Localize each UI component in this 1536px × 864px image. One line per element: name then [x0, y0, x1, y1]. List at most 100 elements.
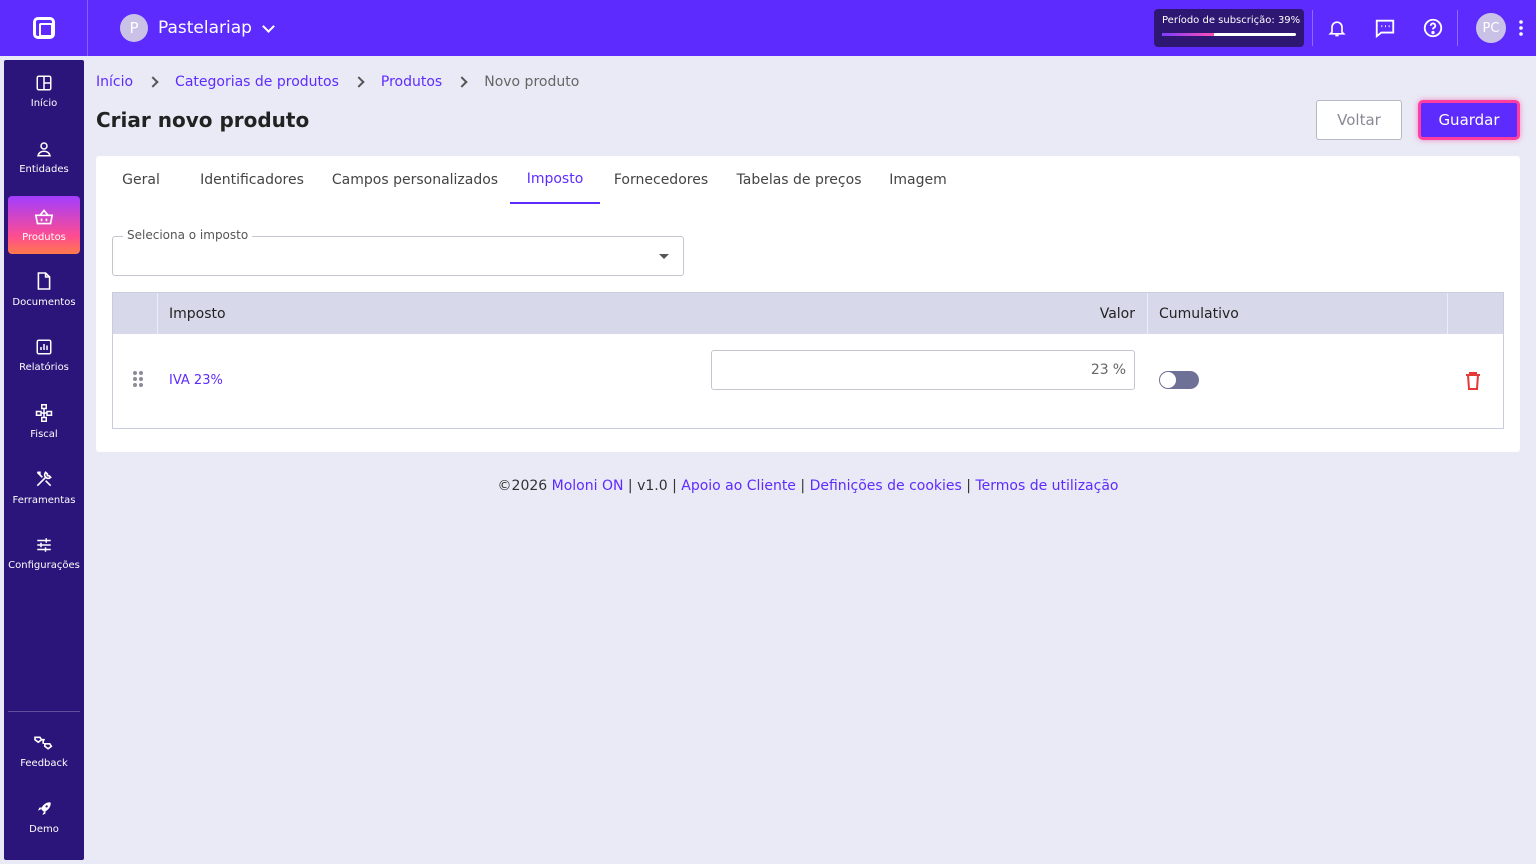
tab-fornecedores[interactable]: Fornecedores [606, 156, 716, 204]
delete-button[interactable] [1465, 371, 1481, 395]
sidebar-item-entidades[interactable]: Entidades [8, 128, 80, 186]
chevron-right-icon [456, 76, 468, 88]
company-name: Pastelariap [158, 18, 252, 38]
sidebar-item-label: Configurações [8, 559, 80, 571]
footer-separator: | [966, 478, 972, 494]
back-button[interactable]: Voltar [1316, 100, 1402, 140]
divider [1457, 10, 1458, 46]
user-icon [37, 141, 51, 156]
tax-select-label: Seleciona o imposto [123, 228, 253, 242]
column-header-imposto: Imposto [169, 305, 226, 322]
company-selector[interactable]: P Pastelariap [120, 14, 275, 42]
column-divider [1147, 293, 1148, 334]
top-bar: P Pastelariap Período de subscrição: 39%… [0, 0, 1536, 56]
hierarchy-icon [35, 403, 53, 422]
user-avatar[interactable]: PC [1476, 13, 1506, 43]
sidebar: Início Entidades Produtos Documentos Rel… [4, 60, 84, 860]
sidebar-item-inicio[interactable]: Início [8, 62, 80, 120]
sidebar-divider [8, 711, 80, 712]
footer-separator: | [627, 478, 633, 494]
drag-handle-icon[interactable] [133, 371, 143, 387]
tax-value: 23 [1090, 362, 1109, 378]
sidebar-item-feedback[interactable]: Feedback [8, 722, 80, 780]
sidebar-item-label: Feedback [20, 757, 68, 769]
grid-icon [36, 75, 52, 90]
tab-tabelas-de-precos[interactable]: Tabelas de preços [730, 156, 868, 204]
tax-table: Imposto Valor Cumulativo IVA 23% 23 % [112, 292, 1504, 429]
breadcrumb-categorias[interactable]: Categorias de produtos [175, 74, 339, 90]
chart-icon [36, 339, 52, 354]
footer-link-apoio[interactable]: Apoio ao Cliente [681, 478, 796, 494]
subscription-progress-fill [1162, 33, 1215, 36]
sidebar-item-configuracoes[interactable]: Configurações [8, 524, 80, 582]
sliders-icon [37, 537, 51, 552]
sidebar-item-label: Entidades [19, 163, 69, 175]
breadcrumb-inicio[interactable]: Início [96, 74, 133, 90]
footer-link-cookies[interactable]: Definições de cookies [810, 478, 962, 494]
sidebar-item-label: Relatórios [19, 361, 69, 373]
document-icon [37, 271, 51, 290]
messages-button[interactable] [1361, 0, 1409, 56]
sidebar-item-label: Documentos [12, 296, 76, 308]
footer-version: v1.0 [637, 478, 668, 494]
sidebar-item-demo[interactable]: Demo [8, 788, 80, 846]
tab-identificadores[interactable]: Identificadores [192, 156, 312, 204]
sidebar-item-fiscal[interactable]: Fiscal [8, 392, 80, 450]
breadcrumb: Início Categorias de produtos Produtos N… [96, 74, 579, 90]
more-options-button[interactable] [1506, 0, 1536, 56]
help-button[interactable] [1409, 0, 1457, 56]
moloni-logo[interactable] [0, 0, 88, 56]
sidebar-item-label: Demo [29, 823, 59, 835]
column-divider [157, 293, 158, 334]
company-avatar: P [120, 14, 148, 42]
subscription-progress-bar [1162, 33, 1296, 36]
tax-value-unit: % [1112, 362, 1126, 378]
sidebar-item-label: Fiscal [30, 428, 58, 440]
footer-copyright: ©2026 [497, 478, 548, 494]
tax-select[interactable]: Seleciona o imposto [112, 228, 684, 276]
chevron-right-icon [147, 76, 159, 88]
page-title: Criar novo produto [96, 108, 310, 132]
table-header: Imposto Valor Cumulativo [113, 293, 1503, 334]
footer-link-termos[interactable]: Termos de utilização [975, 478, 1118, 494]
tax-value-input[interactable]: 23 % [711, 350, 1135, 390]
notifications-button[interactable] [1313, 0, 1361, 56]
kebab-icon [1519, 20, 1523, 36]
logo-icon [32, 17, 55, 39]
product-form-card: Geral Identificadores Campos personaliza… [96, 156, 1520, 452]
rocket-icon [38, 801, 51, 815]
feedback-icon [34, 735, 53, 750]
chat-icon [1375, 19, 1395, 39]
column-header-valor: Valor [1099, 305, 1135, 322]
chevron-right-icon [353, 76, 365, 88]
sidebar-item-label: Início [30, 97, 58, 109]
trash-icon [1466, 372, 1480, 390]
footer-separator: | [672, 478, 677, 494]
subscription-period[interactable]: Período de subscrição: 39% [1154, 9, 1304, 47]
chevron-down-icon [262, 19, 275, 33]
breadcrumb-current: Novo produto [484, 74, 580, 90]
footer-brand-link[interactable]: Moloni ON [552, 478, 624, 494]
basket-icon [34, 208, 54, 224]
sidebar-item-relatorios[interactable]: Relatórios [8, 326, 80, 384]
breadcrumb-produtos[interactable]: Produtos [381, 74, 442, 90]
caret-down-icon [659, 254, 669, 259]
tab-imposto[interactable]: Imposto [510, 156, 600, 204]
sidebar-item-label: Ferramentas [12, 494, 76, 506]
footer: ©2026 Moloni ON | v1.0 | Apoio ao Client… [0, 478, 1536, 494]
footer-separator: | [800, 478, 806, 494]
toggle-knob [1160, 372, 1176, 388]
cumulative-toggle[interactable] [1159, 371, 1199, 389]
column-header-cumulativo: Cumulativo [1159, 305, 1239, 322]
tab-campos-personalizados[interactable]: Campos personalizados [326, 156, 504, 204]
tab-geral[interactable]: Geral [108, 156, 174, 204]
sidebar-item-documentos[interactable]: Documentos [8, 260, 80, 318]
help-icon [1423, 18, 1443, 38]
subscription-label: Período de subscrição: 39% [1162, 15, 1301, 26]
tax-name-link[interactable]: IVA 23% [169, 373, 223, 388]
sidebar-item-produtos[interactable]: Produtos [8, 196, 80, 254]
tab-imagem[interactable]: Imagem [882, 156, 954, 204]
bell-icon [1328, 21, 1346, 37]
save-button[interactable]: Guardar [1418, 100, 1520, 140]
sidebar-item-label: Produtos [22, 231, 66, 243]
